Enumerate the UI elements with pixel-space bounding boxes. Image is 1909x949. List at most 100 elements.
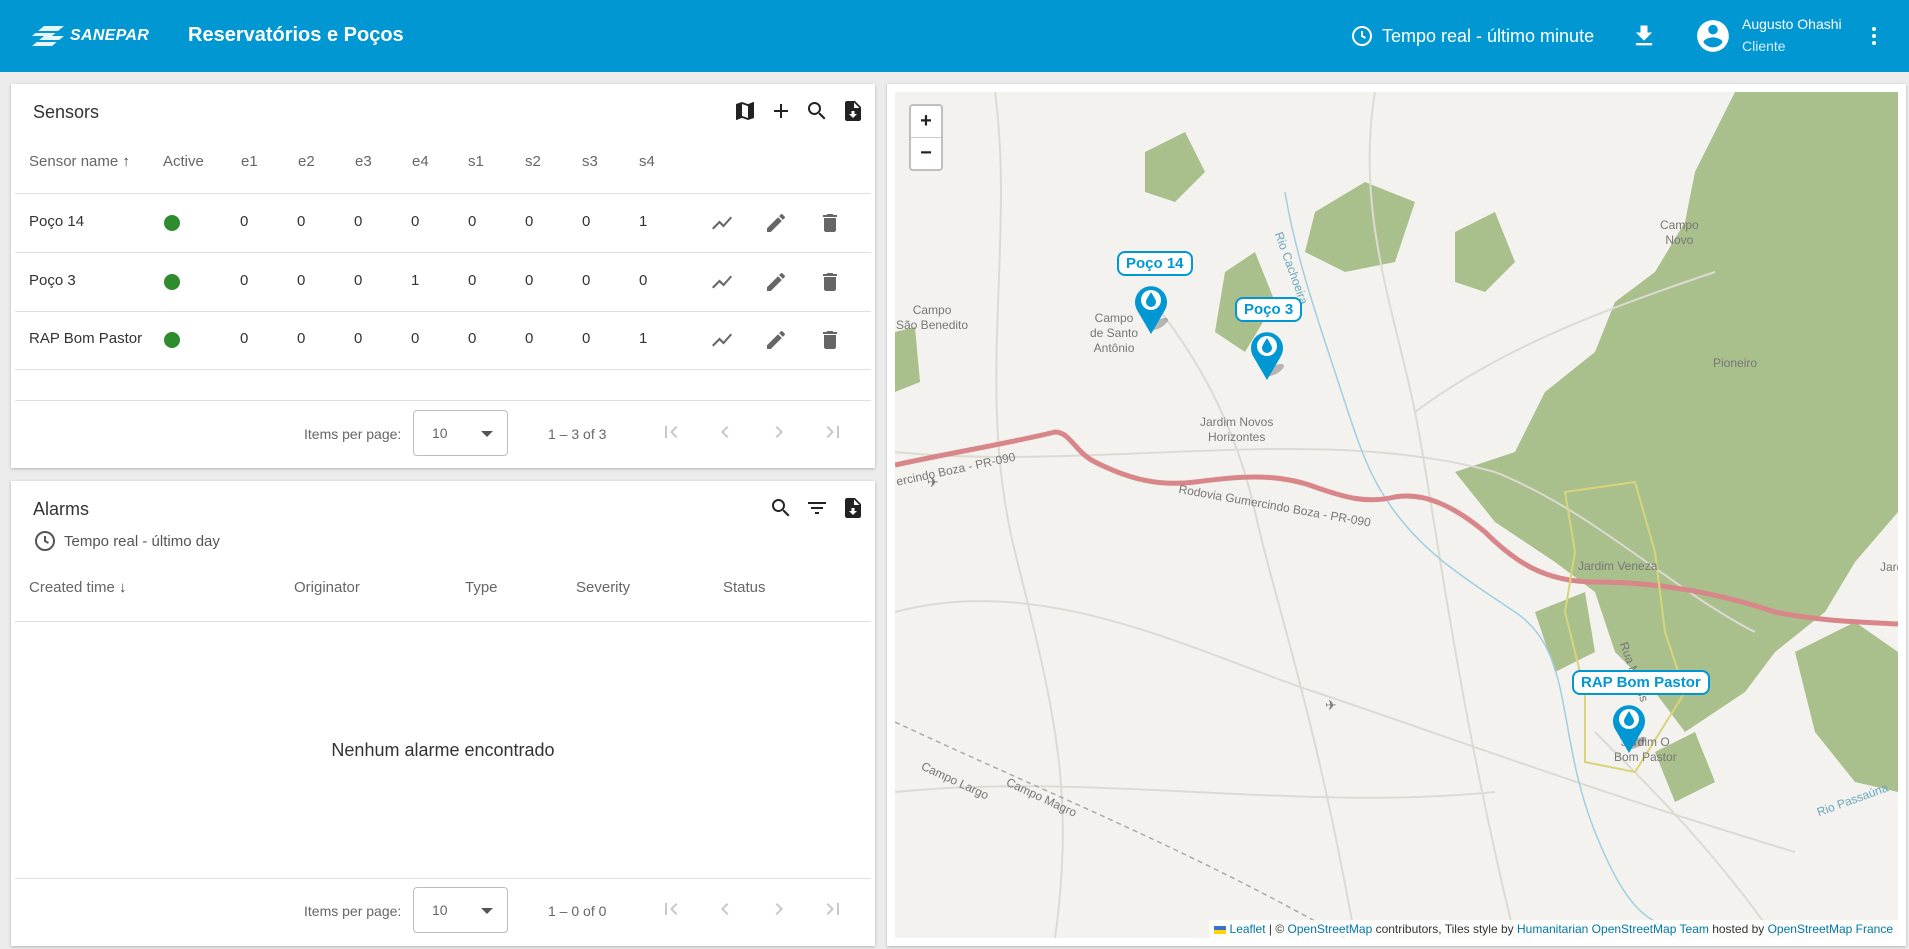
realtime-selector[interactable]: Tempo real - último minute [1350,22,1594,50]
search-icon[interactable] [805,99,829,123]
arrow-down-icon: ↓ [119,579,127,596]
page-title: Reservatórios e Poços [188,24,404,46]
cell-s2: 0 [525,213,534,230]
sensor-name: Poço 14 [29,213,85,230]
col-sensor-name[interactable]: Sensor name ↑ [29,153,130,170]
place-label: Jardim Novos Horizontes [1200,415,1274,444]
delete-icon[interactable] [818,211,842,235]
zoom-out-button[interactable]: − [911,137,941,168]
cell-e4: 1 [411,272,420,289]
edit-icon[interactable] [764,328,788,352]
attrib-text: | © [1265,922,1288,936]
search-icon[interactable] [769,496,793,520]
clock-icon [35,531,55,551]
sensor-name: Poço 3 [29,272,76,289]
place-label: Jard [1880,560,1898,574]
chart-icon[interactable] [710,270,734,294]
items-per-page-select[interactable]: 10 [413,887,508,933]
col-created-time[interactable]: Created time ↓ [29,579,127,596]
zoom-control: + − [909,104,943,171]
col-active[interactable]: Active [163,153,204,170]
hot-link[interactable]: Humanitarian OpenStreetMap Team [1517,922,1709,936]
leaflet-link[interactable]: Leaflet [1230,922,1266,936]
divider [15,400,871,401]
map-icon[interactable] [733,99,757,123]
col-e1[interactable]: e1 [241,153,258,170]
osm-link[interactable]: OpenStreetMap [1288,922,1373,936]
chart-icon[interactable] [710,211,734,235]
cell-e4: 0 [411,330,420,347]
prev-page-icon[interactable] [713,897,737,921]
next-page-icon[interactable] [767,420,791,444]
delete-icon[interactable] [818,328,842,352]
zoom-in-button[interactable]: + [911,106,941,137]
col-type[interactable]: Type [465,579,498,596]
water-drop-pin-icon[interactable] [1245,326,1289,380]
water-drop-pin-icon[interactable] [1129,280,1173,334]
col-originator[interactable]: Originator [294,579,360,596]
sensors-card: Sensors Sensor name ↑ Active e1 e2 e3 e4… [11,84,875,468]
export-icon[interactable] [841,496,865,520]
chart-icon[interactable] [710,328,734,352]
col-e2[interactable]: e2 [298,153,315,170]
last-page-icon[interactable] [821,897,845,921]
attrib-text: contributors, Tiles style by [1372,922,1517,936]
divider [15,878,871,879]
download-icon[interactable] [1630,22,1658,50]
add-icon[interactable] [769,99,793,123]
col-e4[interactable]: e4 [412,153,429,170]
sensors-title: Sensors [33,102,100,122]
cell-e2: 0 [297,213,306,230]
first-page-icon[interactable] [659,897,683,921]
col-e3[interactable]: e3 [355,153,372,170]
attrib-text: hosted by [1708,922,1768,936]
edit-icon[interactable] [764,211,788,235]
avatar[interactable] [1694,17,1732,55]
place-label: Campo Novo [1660,218,1699,247]
marker-label-rap-bom-pastor[interactable]: RAP Bom Pastor [1572,670,1710,695]
cell-e3: 0 [354,272,363,289]
col-status[interactable]: Status [723,579,766,596]
prev-page-icon[interactable] [713,420,737,444]
chevron-down-icon [481,431,493,437]
col-s2[interactable]: s2 [525,153,541,170]
first-page-icon[interactable] [659,420,683,444]
alarms-title: Alarms [33,499,90,519]
items-per-page-select[interactable]: 10 [413,410,508,456]
alarm-realtime-selector[interactable]: Tempo real - último day [33,529,220,553]
water-drop-pin-icon[interactable] [1607,699,1651,753]
active-indicator [164,215,180,231]
more-vert-icon[interactable] [1862,22,1886,50]
cell-e1: 0 [240,213,249,230]
next-page-icon[interactable] [767,897,791,921]
edit-icon[interactable] [764,270,788,294]
map-card: + − Campo São Benedito Campo de Santo Antôn… [887,84,1906,946]
alarms-card: Alarms Tempo real - último day Created t… [11,481,875,946]
clock-icon [1352,26,1372,46]
airport-icon: ✈ [1325,697,1337,713]
col-s4[interactable]: s4 [639,153,655,170]
cell-e3: 0 [354,330,363,347]
col-s3[interactable]: s3 [582,153,598,170]
map[interactable]: + − Campo São Benedito Campo de Santo Antôn… [895,92,1898,938]
cell-s1: 0 [468,213,477,230]
cell-s4: 1 [639,330,648,347]
divider [15,311,871,312]
user-role: Cliente [1742,38,1786,54]
delete-icon[interactable] [818,270,842,294]
arrow-up-icon: ↑ [122,153,130,170]
export-icon[interactable] [841,99,865,123]
last-page-icon[interactable] [821,420,845,444]
filter-icon[interactable] [805,496,829,520]
divider [15,621,871,622]
col-severity[interactable]: Severity [576,579,630,596]
airport-icon: ✈ [927,474,939,490]
items-per-page-label: Items per page: [304,426,402,442]
marker-label-poco-3[interactable]: Poço 3 [1235,297,1303,322]
col-s1[interactable]: s1 [468,153,484,170]
marker-label-poco-14[interactable]: Poço 14 [1117,251,1193,276]
flag-icon [1214,925,1227,934]
cell-s2: 0 [525,330,534,347]
osm-france-link[interactable]: OpenStreetMap France [1768,922,1893,936]
cell-s3: 0 [582,330,591,347]
